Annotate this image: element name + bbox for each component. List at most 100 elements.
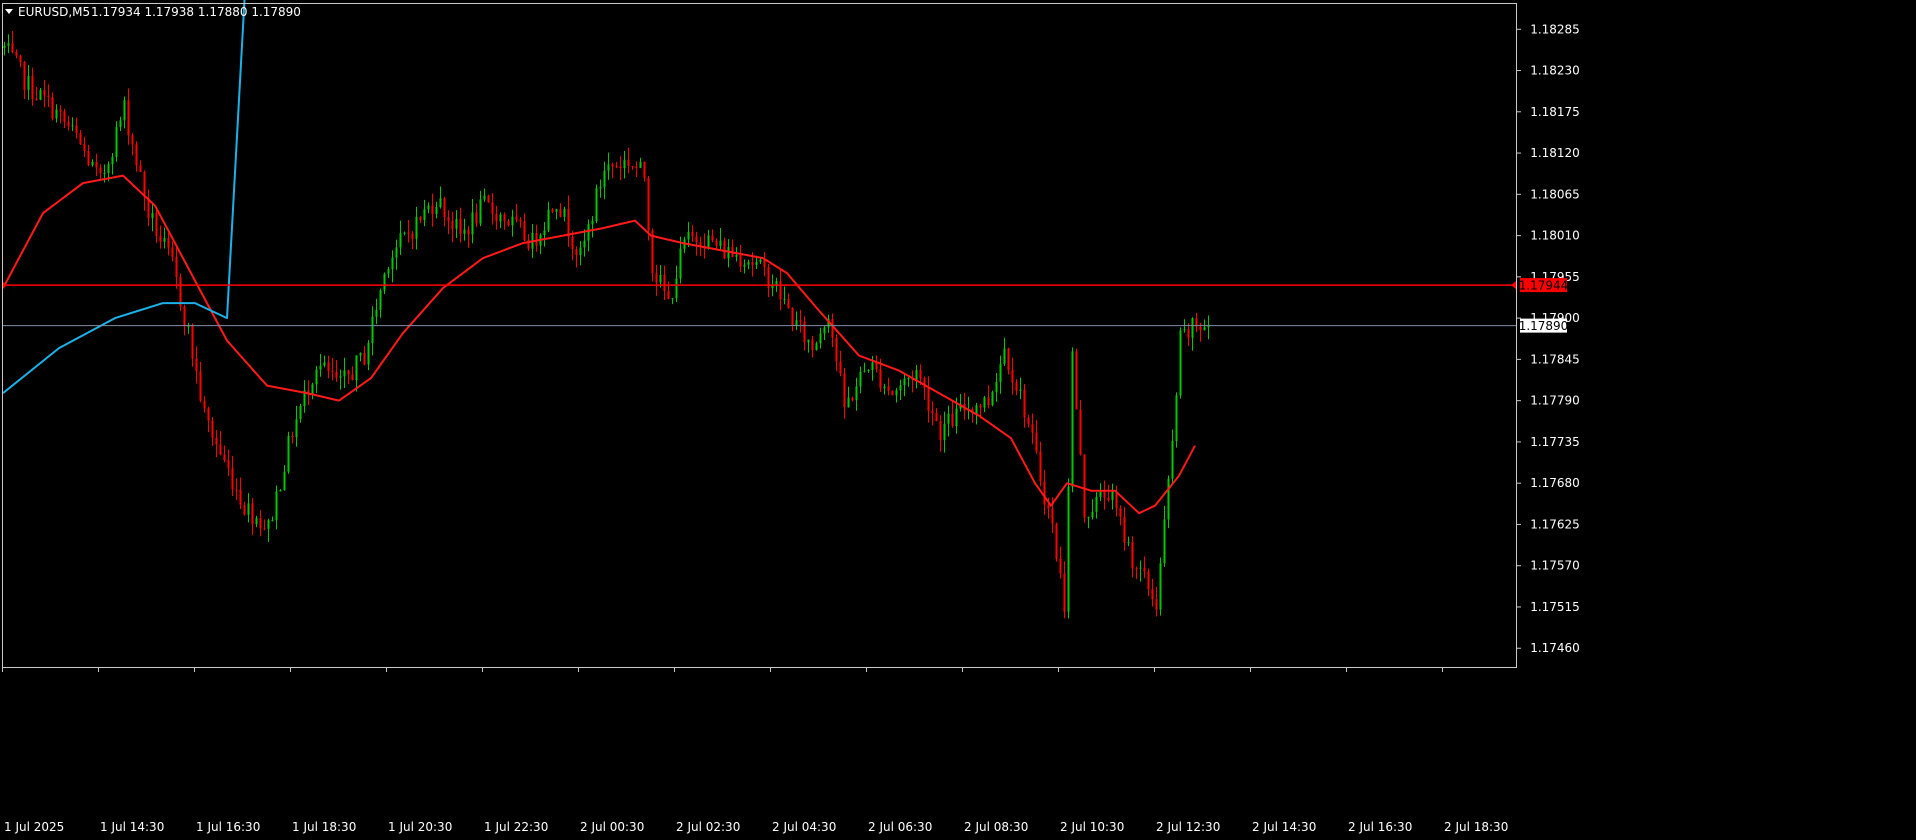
candle-body <box>1051 508 1054 524</box>
price-tick-label: 1.18065 <box>1530 187 1580 201</box>
candle-body <box>543 230 546 236</box>
candle-body <box>135 144 138 166</box>
candle-body <box>379 290 382 310</box>
candle-body <box>347 370 350 375</box>
candle-body <box>1091 511 1094 518</box>
candle-body <box>391 257 394 270</box>
candle-body <box>991 391 994 406</box>
price-tick-label: 1.18175 <box>1530 105 1580 119</box>
candle-body <box>191 326 194 359</box>
candle-body <box>571 236 574 250</box>
candle-body <box>259 518 262 529</box>
candle-body <box>907 378 910 380</box>
price-chart[interactable]: 1.18285 1.18230 1.18175 1.18120 1.18065 1.180… <box>0 0 1916 840</box>
candle-body <box>419 216 422 221</box>
candle-body <box>1079 409 1082 455</box>
candle-body <box>555 209 558 212</box>
candle-body <box>943 423 946 441</box>
candle-body <box>603 170 606 188</box>
candle-body <box>931 410 934 414</box>
candle-body <box>955 408 958 427</box>
candle-body <box>1187 329 1190 338</box>
candle-body <box>219 444 222 455</box>
candle-body <box>479 199 482 224</box>
candle-body <box>119 120 122 128</box>
candle-body <box>459 218 462 234</box>
candle-body <box>523 221 526 241</box>
candle-body <box>1147 571 1150 590</box>
candle-body <box>3 45 6 49</box>
candle-body <box>987 397 990 406</box>
candle-body <box>735 254 738 257</box>
candle-body <box>495 213 498 222</box>
candle-body <box>387 269 390 274</box>
candle-body <box>251 503 254 525</box>
time-tick-label: 2 Jul 06:30 <box>868 820 932 834</box>
candle-body <box>715 240 718 246</box>
candle-body <box>595 188 598 222</box>
candle-body <box>127 100 130 136</box>
candle-body <box>899 385 902 391</box>
candle-body <box>455 218 458 229</box>
candle-body <box>319 365 322 370</box>
candle-body <box>839 361 842 374</box>
candle-body <box>691 231 694 237</box>
candle-body <box>671 298 674 300</box>
price-tick-label: 1.17845 <box>1530 352 1580 366</box>
candle-body <box>323 362 326 366</box>
chart-background <box>0 0 1916 840</box>
candle-body <box>287 435 290 472</box>
candle-body <box>483 195 486 200</box>
candle-body <box>639 161 642 168</box>
candle-body <box>79 133 82 144</box>
candle-body <box>43 89 46 96</box>
candle-body <box>995 382 998 392</box>
price-tick-label: 1.17790 <box>1530 394 1580 408</box>
candle-body <box>787 299 790 308</box>
candle-body <box>283 471 286 490</box>
candle-body <box>779 281 782 300</box>
candle-body <box>247 503 250 515</box>
candle-body <box>1019 389 1022 391</box>
time-tick-label: 1 Jul 20:30 <box>388 820 452 834</box>
candle-body <box>351 374 354 381</box>
candle-body <box>59 109 62 112</box>
candle-body <box>695 236 698 243</box>
candle-body <box>363 352 366 365</box>
candle-body <box>435 207 438 215</box>
candle-body <box>807 339 810 343</box>
candle-body <box>723 240 726 259</box>
candle-body <box>339 376 342 378</box>
candle-body <box>755 261 758 265</box>
candle-body <box>67 121 70 127</box>
candle-body <box>1135 568 1138 570</box>
chart-header[interactable]: EURUSD,M5 1.17934 1.17938 1.17880 1.1789… <box>5 5 301 19</box>
candle-body <box>1191 318 1194 338</box>
candle-body <box>207 408 210 421</box>
candle-body <box>463 229 466 234</box>
candle-body <box>1111 491 1114 501</box>
candle-body <box>155 212 158 237</box>
candle-body <box>167 238 170 248</box>
candle-body <box>415 216 418 239</box>
candle-body <box>983 397 986 408</box>
candle-body <box>115 127 118 157</box>
candle-body <box>1099 490 1102 497</box>
price-tick-label: 1.17625 <box>1530 517 1580 531</box>
candle-body <box>559 209 562 217</box>
candle-body <box>887 386 890 391</box>
ohlc-values: 1.17934 1.17938 1.17880 1.17890 <box>91 5 301 19</box>
time-tick-label: 2 Jul 18:30 <box>1444 820 1508 834</box>
candle-body <box>487 195 490 203</box>
candle-body <box>471 212 474 235</box>
candle-body <box>1175 395 1178 442</box>
candle-body <box>451 220 454 229</box>
candle-body <box>1015 382 1018 391</box>
candle-body <box>1011 370 1014 383</box>
candle-body <box>1023 389 1026 418</box>
candle-body <box>383 273 386 291</box>
candle-body <box>19 55 22 62</box>
time-tick-label: 1 Jul 14:30 <box>100 820 164 834</box>
candle-body <box>511 216 514 226</box>
candle-body <box>679 248 682 279</box>
